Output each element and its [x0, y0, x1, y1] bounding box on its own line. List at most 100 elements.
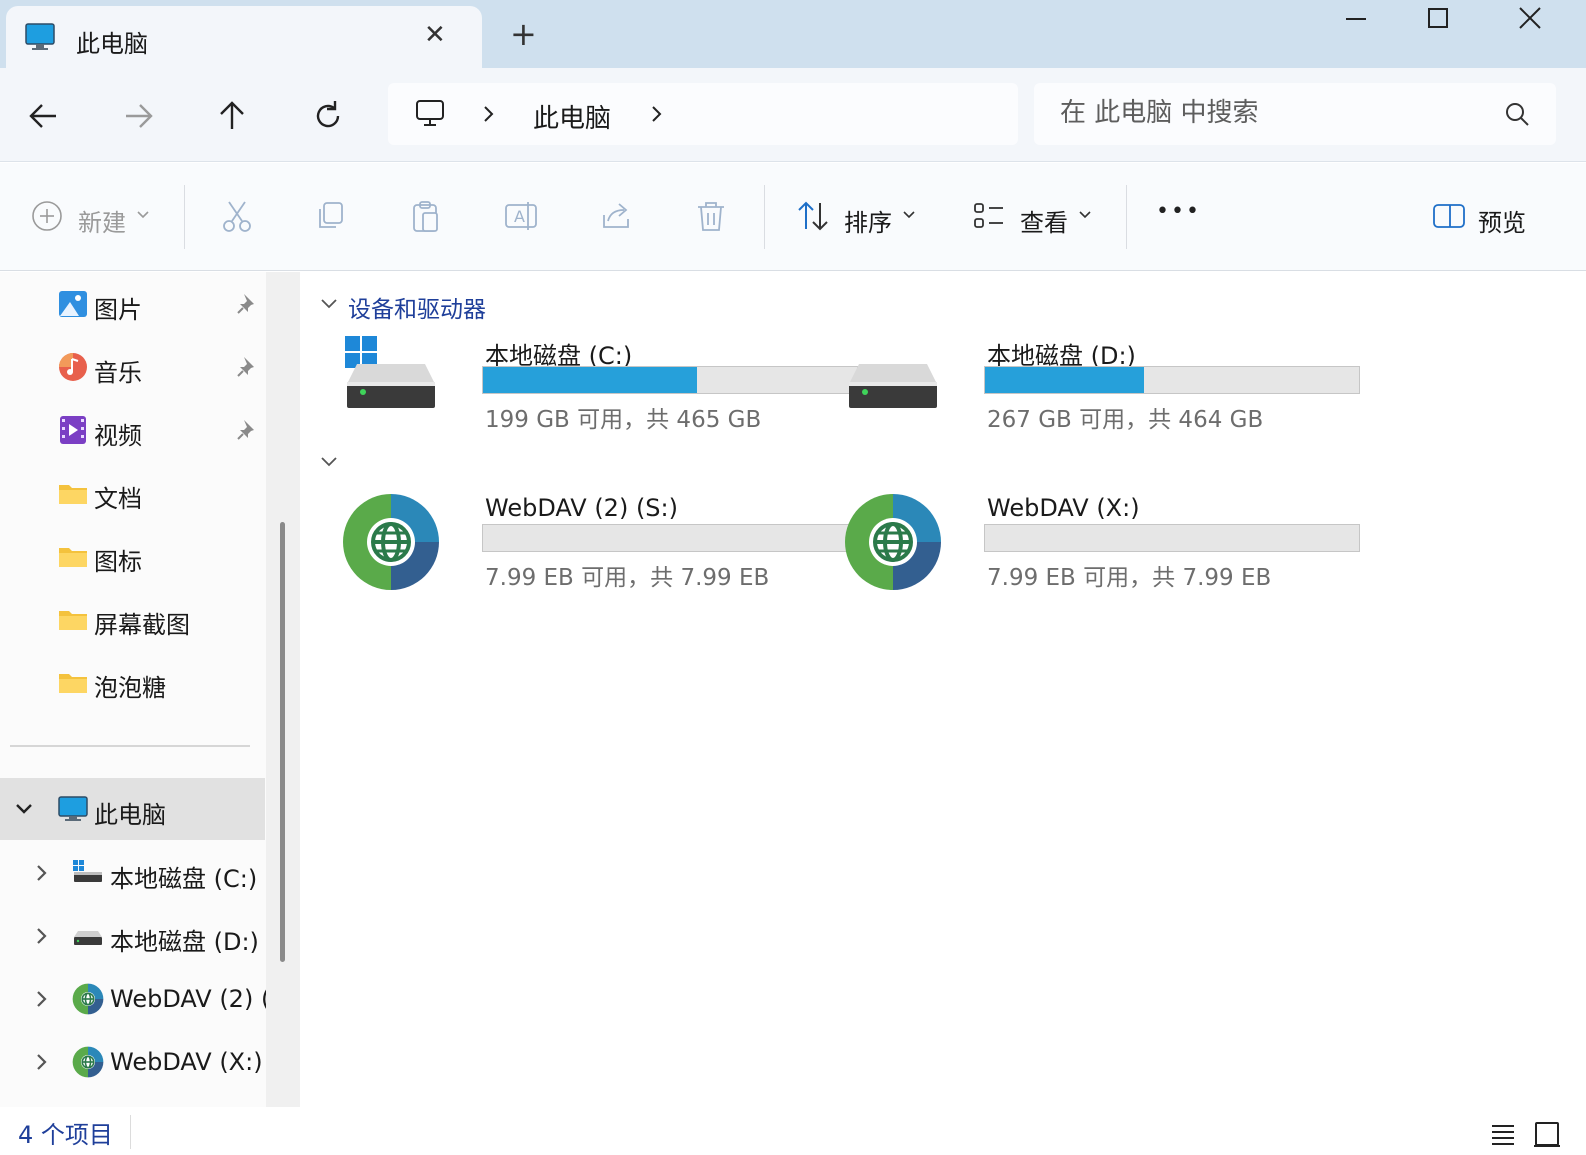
sidebar-item-music[interactable]: 音乐 — [0, 337, 265, 397]
pin-icon[interactable] — [236, 355, 258, 379]
address-bar[interactable]: 此电脑 — [388, 83, 1018, 145]
search-icon[interactable] — [1504, 101, 1530, 127]
network-globe-icon — [845, 494, 941, 590]
usage-bar-fill — [483, 367, 697, 393]
refresh-icon[interactable] — [308, 96, 348, 136]
monitor-icon — [25, 23, 55, 50]
network-globe-icon — [72, 1046, 104, 1078]
copy-icon[interactable] — [314, 199, 348, 233]
sidebar-item-label: 此电脑 — [94, 801, 166, 829]
details-view-icon[interactable] — [1488, 1119, 1518, 1149]
sidebar-item-label: 屏幕截图 — [94, 611, 190, 639]
pin-icon[interactable] — [236, 292, 258, 316]
usage-bar — [482, 524, 858, 552]
chevron-down-icon[interactable] — [14, 799, 34, 819]
sidebar-item-icons-folder[interactable]: 图标 — [0, 526, 265, 586]
forward-arrow-icon[interactable] — [118, 96, 158, 136]
sort-button[interactable]: 排序 — [794, 163, 924, 271]
new-label: 新建 — [78, 209, 126, 237]
scrollbar-thumb[interactable] — [280, 522, 285, 962]
sidebar-item-label: WebDAV (X:) — [110, 1048, 263, 1076]
rename-icon[interactable]: A — [504, 199, 538, 233]
chevron-right-icon[interactable] — [648, 103, 666, 125]
new-button[interactable]: 新建 — [28, 163, 158, 271]
chevron-down-icon — [903, 211, 915, 219]
sort-label: 排序 — [844, 209, 892, 237]
sidebar-item-bubblegum[interactable]: 泡泡糖 — [0, 652, 265, 712]
cut-icon[interactable] — [220, 199, 254, 233]
group-title-devices[interactable]: 设备和驱动器 — [348, 290, 486, 324]
chevron-down-icon[interactable] — [319, 454, 339, 470]
sort-icon — [798, 201, 828, 231]
chevron-right-icon[interactable] — [32, 926, 52, 946]
drive-icon — [849, 364, 937, 408]
videos-icon — [60, 416, 86, 444]
close-window-icon[interactable] — [1510, 6, 1550, 32]
svg-text:A: A — [514, 207, 525, 226]
chevron-right-icon[interactable] — [32, 989, 52, 1009]
drive-size: 7.99 EB 可用，共 7.99 EB — [485, 565, 770, 591]
maximize-icon[interactable] — [1418, 6, 1458, 32]
sidebar-scrollbar[interactable] — [266, 272, 300, 1107]
drive-c[interactable]: 本地磁盘 (C:) 199 GB 可用，共 465 GB — [341, 334, 858, 444]
sidebar-item-label: 图标 — [94, 548, 142, 576]
folder-icon — [59, 485, 87, 504]
usage-bar-fill — [985, 367, 1144, 393]
view-button[interactable]: 查看 — [970, 163, 1100, 271]
chevron-right-icon[interactable] — [32, 863, 52, 883]
pin-icon[interactable] — [236, 418, 258, 442]
sidebar-item-screenshots[interactable]: 屏幕截图 — [0, 589, 265, 649]
tiles-view-icon[interactable] — [1532, 1119, 1562, 1149]
sidebar-item-label: WebDAV (2) ( — [110, 985, 271, 1013]
sidebar-item-label: 本地磁盘 (D:) — [110, 928, 259, 956]
minimize-icon[interactable] — [1336, 6, 1376, 32]
sidebar-item-webdav-s[interactable]: WebDAV (2) ( — [0, 969, 270, 1029]
view-label: 查看 — [1020, 209, 1068, 237]
back-arrow-icon[interactable] — [24, 96, 64, 136]
divider — [1126, 185, 1127, 249]
share-icon[interactable] — [600, 199, 634, 233]
up-arrow-icon[interactable] — [212, 96, 252, 136]
windows-drive-icon — [345, 336, 435, 408]
sidebar-item-pictures[interactable]: 图片 — [0, 274, 265, 334]
sidebar-divider — [10, 745, 250, 747]
network-globe-icon — [72, 983, 104, 1015]
view-icon — [974, 203, 1003, 228]
network-globe-icon — [343, 494, 439, 590]
sidebar-item-label: 泡泡糖 — [94, 674, 166, 702]
folder-icon — [59, 674, 87, 693]
sidebar-item-label: 文档 — [94, 485, 142, 513]
folder-icon — [59, 611, 87, 630]
delete-icon[interactable] — [694, 199, 728, 233]
sidebar-item-videos[interactable]: 视频 — [0, 400, 265, 460]
search-box[interactable] — [1034, 83, 1556, 145]
breadcrumb-this-pc[interactable]: 此电脑 — [533, 98, 611, 135]
close-tab-icon[interactable]: ✕ — [424, 22, 446, 48]
plus-circle-icon — [32, 201, 62, 231]
navigation-pane: 图片 音乐 视频 文档 图标 屏幕截图 泡泡糖 此电脑 本地磁盘 (C:) 本地… — [0, 272, 300, 1107]
chevron-down-icon — [137, 211, 149, 219]
drive-name: WebDAV (X:) — [987, 494, 1140, 522]
sidebar-item-drive-c[interactable]: 本地磁盘 (C:) — [0, 843, 265, 903]
drive-size: 199 GB 可用，共 465 GB — [485, 407, 762, 433]
chevron-right-icon[interactable] — [32, 1052, 52, 1072]
drive-webdav-s[interactable]: WebDAV (2) (S:) 7.99 EB 可用，共 7.99 EB — [341, 492, 858, 602]
search-input[interactable] — [1060, 95, 1490, 131]
music-icon — [59, 353, 87, 381]
preview-button[interactable]: 预览 — [1432, 163, 1542, 271]
drive-d[interactable]: 本地磁盘 (D:) 267 GB 可用，共 464 GB — [843, 334, 1360, 444]
sidebar-item-webdav-x[interactable]: WebDAV (X:) — [0, 1032, 265, 1092]
chevron-down-icon[interactable] — [319, 296, 339, 312]
paste-icon[interactable] — [409, 199, 443, 233]
more-options-button[interactable]: ••• — [1156, 199, 1201, 224]
sidebar-item-documents[interactable]: 文档 — [0, 463, 265, 523]
chevron-right-icon[interactable] — [480, 103, 498, 125]
chevron-down-icon — [1079, 211, 1091, 219]
sidebar-item-drive-d[interactable]: 本地磁盘 (D:) — [0, 906, 265, 966]
new-tab-button[interactable]: + — [510, 18, 537, 50]
monitor-icon — [58, 796, 88, 821]
sidebar-item-this-pc[interactable]: 此电脑 — [0, 778, 265, 840]
tab-this-pc[interactable]: 此电脑 ✕ — [6, 6, 482, 70]
usage-bar — [984, 366, 1360, 394]
drive-webdav-x[interactable]: WebDAV (X:) 7.99 EB 可用，共 7.99 EB — [843, 492, 1360, 602]
